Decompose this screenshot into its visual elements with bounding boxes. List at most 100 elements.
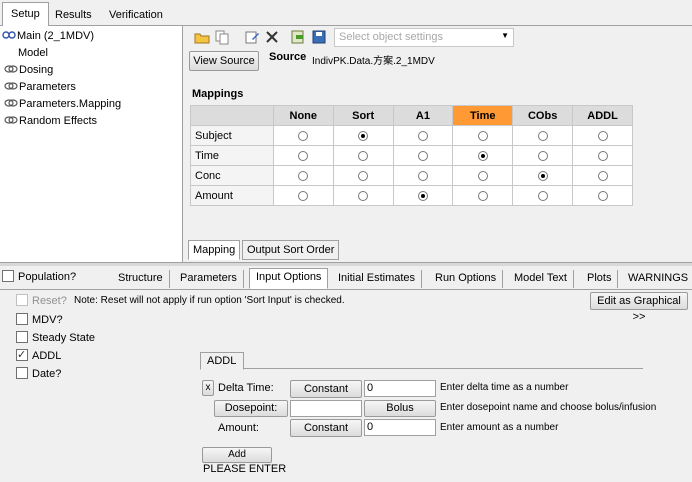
radio-amount-sort[interactable] (358, 190, 369, 201)
add-button[interactable]: Add (202, 447, 272, 463)
tab-output-sort-order[interactable]: Output Sort Order (242, 240, 340, 260)
population-option[interactable]: Population? (2, 270, 76, 283)
tree-item-label: Dosing (19, 64, 54, 76)
chevron-down-icon: ▼ (501, 31, 509, 40)
tab-verification[interactable]: Verification (100, 3, 172, 26)
radio-subject-none[interactable] (298, 130, 309, 141)
column-header-sort[interactable]: Sort (332, 105, 394, 126)
radio-conc-cobs[interactable] (537, 170, 548, 181)
radio-subject-sort[interactable] (358, 130, 369, 141)
reset-checkbox[interactable] (16, 294, 28, 306)
amount-constant-button[interactable]: Constant (290, 419, 362, 437)
radio-time-a1[interactable] (417, 150, 428, 161)
amount-input[interactable]: 0 (364, 419, 436, 436)
delta-constant-button[interactable]: Constant (290, 380, 362, 398)
tab-mapping[interactable]: Mapping (188, 240, 241, 260)
radio-conc-sort[interactable] (358, 170, 369, 181)
tab-initial-estimates[interactable]: Initial Estimates (332, 270, 423, 288)
tree-item-parameters[interactable]: Parameters (4, 79, 76, 95)
splitter[interactable] (0, 262, 692, 266)
reset-label: Reset? (32, 295, 67, 307)
copy-icon[interactable] (214, 29, 230, 45)
mapping-panel: Select object settings ▼ View Source Sou… (184, 26, 692, 262)
date-checkbox[interactable] (16, 367, 28, 379)
tab-input-options[interactable]: Input Options (249, 268, 329, 289)
mdv-checkbox[interactable] (16, 313, 28, 325)
radio-amount-a1[interactable] (417, 190, 428, 201)
edit-as-graphical-button[interactable]: Edit as Graphical >> (590, 292, 688, 323)
tree-item-parameters-mapping[interactable]: Parameters.Mapping (4, 96, 121, 112)
radio-conc-a1[interactable] (417, 170, 428, 181)
mdv-option[interactable]: MDV? (16, 313, 63, 326)
edit-icon[interactable] (244, 29, 260, 45)
addl-tab-line (200, 368, 643, 369)
radio-amount-time[interactable] (477, 190, 488, 201)
tab-warnings[interactable]: WARNINGS (622, 270, 692, 288)
column-header-a1[interactable]: A1 (392, 105, 454, 126)
delete-icon[interactable] (264, 29, 280, 45)
tab-run-options[interactable]: Run Options (429, 270, 504, 288)
radio-time-time[interactable] (477, 150, 488, 161)
grid-corner (190, 105, 274, 126)
table-row: Conc (190, 165, 633, 186)
tab-setup[interactable]: Setup (2, 2, 49, 27)
radio-time-sort[interactable] (358, 150, 369, 161)
addl-label: ADDL (32, 350, 62, 362)
table-row: Amount (190, 185, 633, 206)
view-source-button[interactable]: View Source (189, 51, 259, 71)
tree-item-model[interactable]: Model (18, 45, 48, 61)
radio-subject-cobs[interactable] (537, 130, 548, 141)
dosepoint-button[interactable]: Dosepoint: (214, 400, 288, 417)
radio-subject-addl[interactable] (597, 130, 608, 141)
tree-item-random-effects[interactable]: Random Effects (4, 113, 97, 129)
amount-hint: Enter amount as a number (440, 422, 559, 433)
steady-state-checkbox[interactable] (16, 331, 28, 343)
steady-state-label: Steady State (32, 332, 95, 344)
radio-amount-none[interactable] (298, 190, 309, 201)
top-tab-strip: Setup Results Verification (0, 0, 692, 27)
row-label-time: Time (190, 145, 274, 166)
bolus-button[interactable]: Bolus (364, 400, 436, 417)
tab-results[interactable]: Results (46, 3, 101, 26)
dosepoint-input[interactable] (290, 400, 362, 417)
radio-time-cobs[interactable] (537, 150, 548, 161)
reset-option[interactable]: Reset? (16, 294, 67, 307)
tab-addl[interactable]: ADDL (200, 352, 244, 370)
tab-parameters[interactable]: Parameters (174, 270, 244, 288)
model-icon (2, 31, 16, 39)
combo-placeholder: Select object settings (339, 31, 443, 43)
steady-state-option[interactable]: Steady State (16, 331, 95, 344)
radio-amount-cobs[interactable] (537, 190, 548, 201)
column-header-time[interactable]: Time (452, 105, 514, 126)
tree-item-main[interactable]: Main (2_1MDV) (2, 28, 94, 44)
import-icon[interactable] (290, 29, 306, 45)
column-header-addl[interactable]: ADDL (572, 105, 633, 126)
date-option[interactable]: Date? (16, 367, 61, 380)
radio-conc-time[interactable] (477, 170, 488, 181)
tree-item-dosing[interactable]: Dosing (4, 62, 53, 78)
radio-time-addl[interactable] (597, 150, 608, 161)
tab-plots[interactable]: Plots (581, 270, 619, 288)
population-checkbox[interactable] (2, 270, 14, 282)
save-icon[interactable] (311, 29, 327, 45)
radio-subject-a1[interactable] (417, 130, 428, 141)
radio-conc-addl[interactable] (597, 170, 608, 181)
object-settings-select[interactable]: Select object settings ▼ (334, 28, 514, 47)
column-header-cobs[interactable]: CObs (512, 105, 574, 126)
open-folder-icon[interactable] (194, 29, 210, 45)
delta-time-input[interactable]: 0 (364, 380, 436, 397)
tree-item-label: Main (2_1MDV) (17, 30, 95, 42)
radio-time-none[interactable] (298, 150, 309, 161)
tab-structure[interactable]: Structure (112, 270, 170, 288)
addl-option[interactable]: ADDL (16, 348, 62, 362)
radio-conc-none[interactable] (298, 170, 309, 181)
table-row: Time (190, 145, 633, 166)
tree-item-label: Model (18, 47, 48, 59)
remove-addl-button[interactable]: x (202, 380, 214, 396)
column-header-none[interactable]: None (272, 105, 334, 126)
addl-checkbox[interactable] (16, 348, 28, 361)
row-label-subject: Subject (190, 125, 274, 146)
radio-amount-addl[interactable] (597, 190, 608, 201)
radio-subject-time[interactable] (477, 130, 488, 141)
tab-model-text[interactable]: Model Text (508, 270, 574, 288)
